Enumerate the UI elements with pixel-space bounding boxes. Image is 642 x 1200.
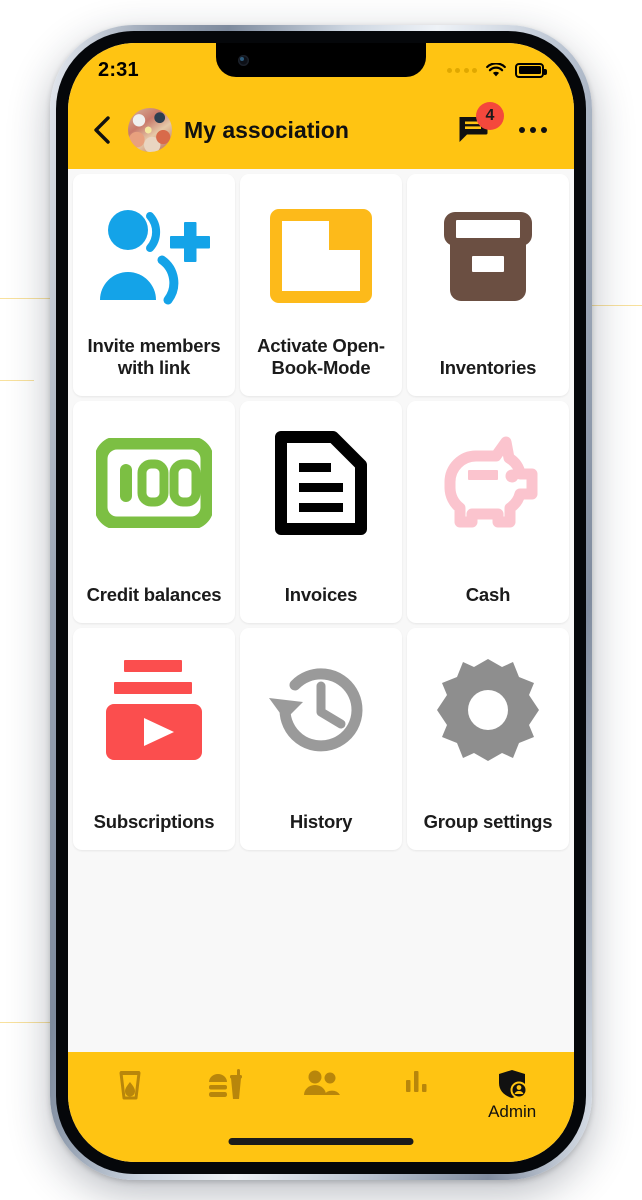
- tile-label: Credit balances: [86, 584, 222, 606]
- app-bar: My association 4: [68, 91, 574, 169]
- tile-label: Cash: [465, 584, 511, 606]
- tile-label: Group settings: [423, 811, 553, 833]
- back-button[interactable]: [86, 110, 116, 150]
- screenshot-stage: 2:31 My association 4 Invite members wit…: [0, 0, 642, 1200]
- phone-frame: 2:31 My association 4 Invite members wit…: [50, 25, 592, 1180]
- status-indicators: [446, 62, 547, 78]
- piggy-bank-icon: [430, 427, 546, 539]
- people-group-icon: [303, 1070, 340, 1095]
- back-chevron-icon: [93, 116, 110, 144]
- banknote-100-icon: [96, 427, 212, 539]
- fast-food-icon: [209, 1069, 243, 1099]
- more-horizontal-icon[interactable]: [516, 113, 550, 147]
- tile-invite-members[interactable]: Invite members with link: [73, 174, 235, 396]
- tile-cash[interactable]: Cash: [407, 401, 569, 623]
- wifi-icon: [486, 62, 506, 76]
- nav-label: Admin: [488, 1102, 537, 1121]
- front-camera-icon: [238, 55, 249, 66]
- gear-icon: [435, 654, 541, 766]
- nav-item-admin[interactable]: Admin: [469, 1068, 555, 1122]
- tile-label: Inventories: [439, 357, 537, 379]
- subscriptions-play-icon: [96, 654, 212, 766]
- alignment-guide: [0, 380, 34, 381]
- status-clock: 2:31: [98, 58, 139, 81]
- nav-item-statistics[interactable]: [374, 1068, 460, 1096]
- home-indicator[interactable]: [228, 1138, 414, 1145]
- phone-screen: 2:31 My association 4 Invite members wit…: [68, 43, 574, 1162]
- battery-full-icon: [515, 62, 547, 78]
- device-notch: [216, 43, 426, 77]
- tile-subscriptions[interactable]: Subscriptions: [73, 628, 235, 850]
- history-clock-icon: [263, 654, 379, 766]
- tile-invoices[interactable]: Invoices: [240, 401, 402, 623]
- folder-icon: [267, 200, 375, 312]
- bar-chart-icon: [405, 1071, 427, 1092]
- chat-button[interactable]: 4: [456, 102, 504, 149]
- nav-item-food[interactable]: [182, 1068, 268, 1104]
- document-lines-icon: [271, 427, 371, 539]
- tile-label: Activate Open-Book-Mode: [257, 334, 385, 379]
- admin-shield-icon: [499, 1070, 528, 1099]
- tile-label: History: [289, 811, 353, 833]
- action-grid: Invite members with link Activate Open-B…: [68, 169, 574, 855]
- content-area: Invite members with link Activate Open-B…: [68, 169, 574, 1052]
- tile-credit-balances[interactable]: Credit balances: [73, 401, 235, 623]
- person-add-icon: [90, 200, 218, 312]
- archive-box-icon: [436, 200, 540, 312]
- tile-label: Subscriptions: [93, 811, 215, 833]
- tile-group-settings[interactable]: Group settings: [407, 628, 569, 850]
- bottom-navigation: Admin: [68, 1052, 574, 1162]
- tile-inventories[interactable]: Inventories: [407, 174, 569, 396]
- signal-dots-icon: [446, 67, 477, 73]
- phone-bezel: 2:31 My association 4 Invite members wit…: [56, 31, 586, 1174]
- tile-label: Invite members with link: [87, 334, 221, 379]
- page-title: My association: [184, 116, 349, 143]
- status-badge: 4: [476, 102, 504, 130]
- tile-history[interactable]: History: [240, 628, 402, 850]
- drink-glass-icon: [119, 1071, 141, 1100]
- nav-item-members[interactable]: [278, 1068, 364, 1100]
- tile-open-book-mode[interactable]: Activate Open-Book-Mode: [240, 174, 402, 396]
- nav-item-drinks[interactable]: [87, 1068, 173, 1104]
- avatar[interactable]: [128, 108, 172, 152]
- tile-label: Invoices: [284, 584, 358, 606]
